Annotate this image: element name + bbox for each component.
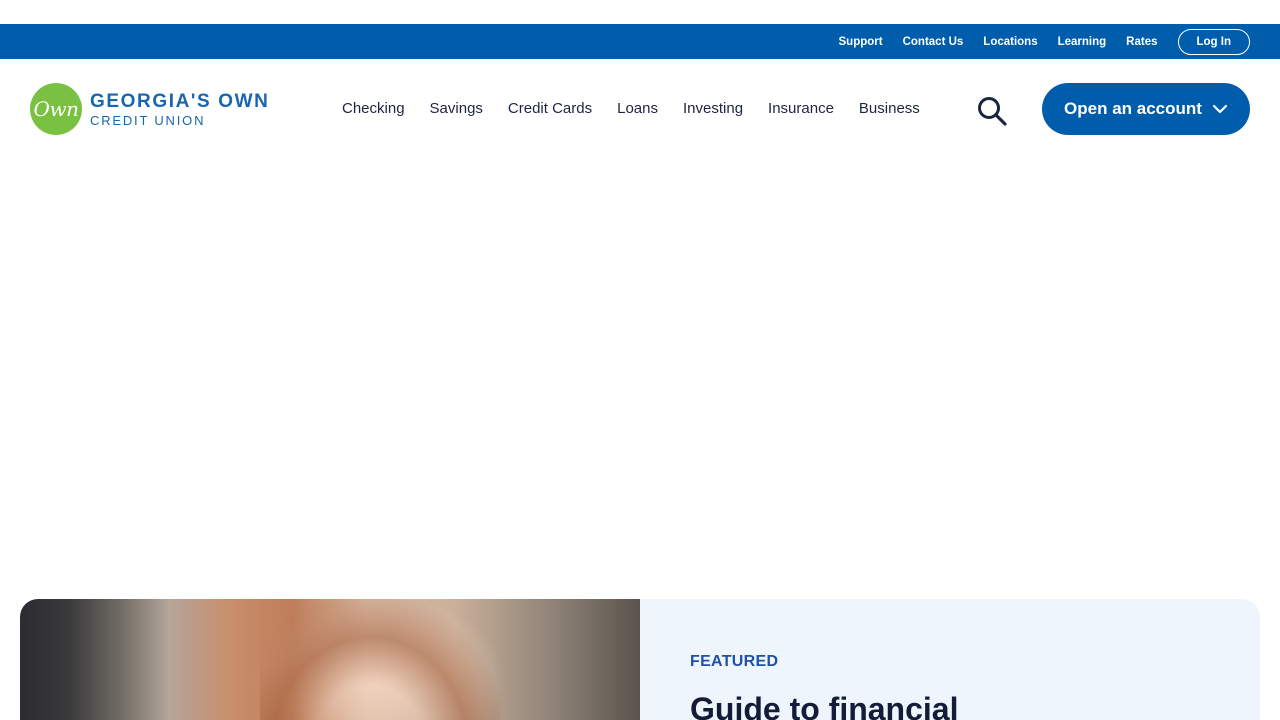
featured-content: FEATURED Guide to financial (640, 599, 1260, 720)
search-icon[interactable] (976, 95, 1008, 127)
featured-eyebrow: FEATURED (690, 653, 779, 670)
utility-bar: Support Contact Us Locations Learning Ra… (0, 24, 1280, 59)
nav-item-business[interactable]: Business (859, 100, 920, 117)
open-account-label: Open an account (1064, 99, 1202, 118)
login-button[interactable]: Log In (1177, 28, 1250, 55)
utility-link-support[interactable]: Support (839, 36, 883, 48)
featured-title[interactable]: Guide to financial (690, 691, 958, 720)
nav-item-investing[interactable]: Investing (683, 100, 743, 117)
hero-area (0, 159, 1280, 599)
nav-item-savings[interactable]: Savings (430, 100, 483, 117)
utility-link-locations[interactable]: Locations (983, 36, 1037, 48)
top-spacer (0, 0, 1280, 24)
logo-mark: Own (30, 83, 82, 135)
nav-item-insurance[interactable]: Insurance (768, 100, 834, 117)
utility-link-rates[interactable]: Rates (1126, 36, 1157, 48)
logo[interactable]: Own GEORGIA'S OWN CREDIT UNION (30, 83, 269, 135)
featured-card[interactable]: FEATURED Guide to financial (20, 599, 1260, 720)
chevron-down-icon (1212, 104, 1228, 114)
nav-item-loans[interactable]: Loans (617, 100, 658, 117)
logo-text: GEORGIA'S OWN CREDIT UNION (90, 92, 269, 127)
utility-links: Support Contact Us Locations Learning Ra… (819, 24, 1250, 59)
featured-image (20, 599, 640, 720)
nav-item-credit-cards[interactable]: Credit Cards (508, 100, 592, 117)
open-account-button[interactable]: Open an account (1042, 83, 1250, 135)
logo-name: GEORGIA'S OWN (90, 90, 270, 112)
utility-link-learning[interactable]: Learning (1058, 36, 1107, 48)
main-nav: Checking Savings Credit Cards Loans Inve… (342, 99, 945, 117)
utility-link-contact[interactable]: Contact Us (903, 36, 964, 48)
logo-subtitle: CREDIT UNION (90, 112, 206, 128)
nav-item-checking[interactable]: Checking (342, 100, 405, 117)
